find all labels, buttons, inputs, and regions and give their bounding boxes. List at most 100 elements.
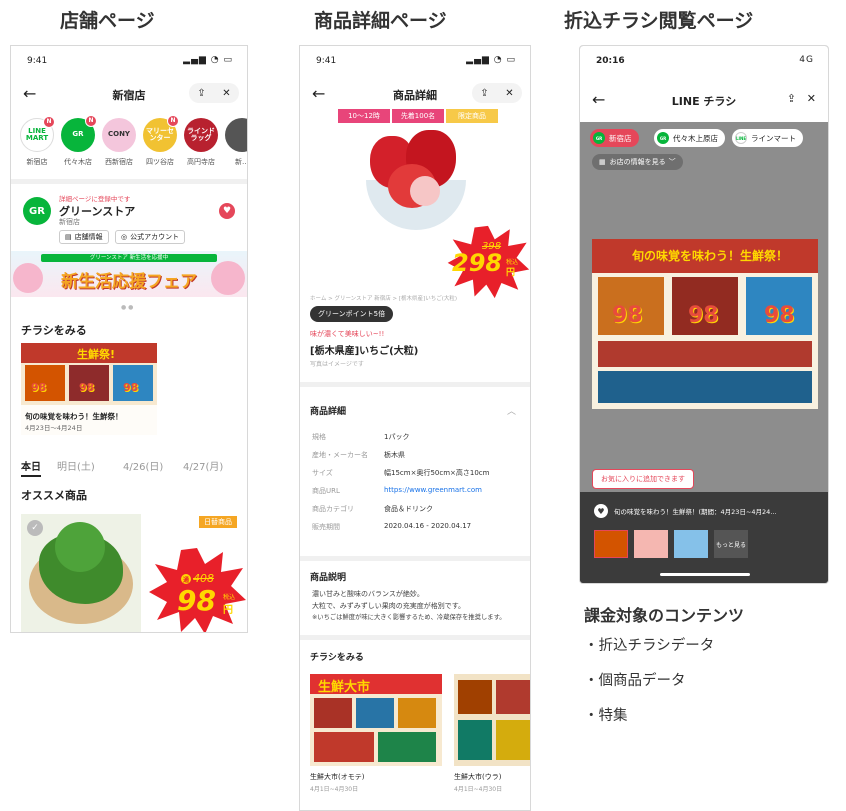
store-info-button[interactable]: ▤ 店舗情報: [59, 230, 109, 244]
close-icon[interactable]: ✕: [505, 88, 513, 99]
more-pages-button[interactable]: もっと見る: [714, 530, 748, 558]
divider: [300, 635, 530, 640]
status-bar: 9:41 ▂▄▆ ◔ ▭: [11, 46, 247, 70]
store-logo-text: LINE: [735, 135, 747, 141]
store-logo-text: GR: [659, 135, 667, 141]
limited-item-tag: 限定商品: [446, 109, 498, 123]
store-chip-label: 西新宿店: [105, 158, 133, 166]
catch-copy: 味が濃くて美味しい~!!: [310, 330, 385, 338]
detail-value: 幅15cm×奥行50cm×高さ10cm: [384, 469, 490, 477]
status-time: 9:41: [316, 56, 337, 66]
favorite-heart-icon[interactable]: ♥: [219, 203, 235, 219]
detail-row: サイズ 幅15cm×奥行50cm×高さ10cm: [312, 468, 520, 480]
detail-key: 規格: [312, 433, 326, 441]
detail-value: 栃木県: [384, 451, 405, 459]
home-indicator: [660, 573, 750, 576]
recommend-section-title: オススメ商品: [21, 489, 87, 502]
new-badge: N: [167, 115, 179, 127]
new-badge: N: [85, 115, 97, 127]
detail-row: 規格 1パック: [312, 432, 520, 444]
header-actions: ⇪ ✕: [472, 83, 522, 103]
price-unit: 円: [506, 268, 516, 278]
flyer-thumbnail-front[interactable]: 生鮮大市: [310, 674, 442, 766]
store-logo: [225, 118, 247, 152]
detail-key: サイズ: [312, 469, 333, 477]
chevron-down-icon: ﹀: [668, 158, 676, 166]
store-logo: GR N: [61, 115, 97, 152]
flyer-banner-text: 生鮮祭!: [77, 348, 116, 361]
billing-item: ・特集: [584, 708, 628, 724]
share-icon[interactable]: ⇪: [480, 88, 488, 99]
flyer-food-photo: [496, 720, 530, 760]
detail-key: 商品カテゴリ: [312, 505, 354, 513]
page-thumbnail[interactable]: [674, 530, 708, 558]
bottom-flyer-title: 旬の味覚を味わう！生鮮祭！(期間：4月23日~4月24…: [614, 508, 777, 516]
status-bar: 9:41 ▂▄▆ ◔ ▭: [300, 46, 530, 70]
flyer-section-title: チラシをみる: [21, 324, 87, 337]
favorite-heart-icon[interactable]: ♥: [594, 504, 608, 518]
product-url-link[interactable]: https://www.greenmart.com: [384, 486, 482, 494]
flyer-image[interactable]: 旬の味覚を味わう！生鮮祭！ 98 98 98: [592, 239, 818, 409]
status-time: 9:41: [27, 56, 48, 66]
description-line: 大粒で、みずみずしい果肉の充実度が格別です。: [312, 602, 466, 610]
flyer-food-photo: [458, 720, 492, 760]
flyer-thumbnail[interactable]: 生鮮祭! 98 98 98 旬の味覚を味わう！生鮮祭！ 4月23日～4月24日: [21, 343, 157, 435]
product-image[interactable]: [360, 128, 472, 234]
strawberry-slice: [410, 176, 440, 206]
flyer-thumbnail-back[interactable]: [454, 674, 530, 766]
store-info-label: お店の情報を見る: [609, 158, 666, 166]
collapse-chevron-icon[interactable]: ︿: [507, 404, 516, 417]
store-info-link[interactable]: ▦ お店の情報を見る ﹀: [592, 154, 683, 170]
detail-row: 商品URL https://www.greenmart.com: [312, 486, 520, 498]
daily-deal-tag: 日替商品: [199, 516, 237, 528]
store-chip[interactable]: マリーセンター N 四ツ谷店: [140, 115, 180, 167]
page-thumbnail[interactable]: [634, 530, 668, 558]
flyer-food-photo: [458, 680, 492, 714]
page-thumbnail[interactable]: [594, 530, 628, 558]
description-line: ※いちごは鮮度が味に大きく影響するため、冷蔵保存を推奨します。: [312, 614, 506, 621]
flyer-food-photo: [598, 371, 812, 403]
flyer-food-photo: [496, 680, 530, 714]
date-tab-tomorrow[interactable]: 明日(土): [57, 458, 95, 473]
date-tab-0427[interactable]: 4/27(月): [183, 458, 223, 473]
flyer-page-phone: 20:16 4G ← LINE チラシ ⇪ ✕ GR 新宿店 GR 代々木上原店 LIN…: [579, 45, 829, 584]
signal-icon: ▂▄▆ ◔ ▭: [466, 55, 516, 65]
share-icon[interactable]: ⇪: [787, 92, 796, 105]
flyer-food-photo: [598, 341, 812, 367]
date-tab-today[interactable]: 本日: [21, 458, 41, 477]
store-logo: GR: [593, 132, 605, 144]
campaign-banner[interactable]: グリーンストア 新生活を応援中 新生活応援フェア: [11, 251, 247, 297]
check-icon[interactable]: ✓: [27, 520, 43, 536]
store-logo-text: マリーセンター: [146, 126, 174, 142]
store-chip[interactable]: GR N 代々木店: [58, 115, 98, 167]
store-chip-label: 新…: [235, 158, 248, 166]
detail-row: 販売期間 2020.04.16 - 2020.04.17: [312, 522, 520, 534]
close-icon[interactable]: ✕: [222, 88, 230, 99]
date-tab-0426[interactable]: 4/26(日): [123, 458, 163, 473]
product-name: [栃木県産]いちご(大粒): [310, 346, 419, 357]
flyer-food-photo: [378, 732, 436, 762]
store-page-heading: 店舗ページ: [60, 10, 155, 32]
store-chip[interactable]: 新…: [222, 118, 248, 167]
store-chip[interactable]: CONY 西新宿店: [99, 118, 139, 167]
store-chip[interactable]: LINE MART N 新宿店: [17, 116, 57, 167]
flyer-food-photo: [398, 698, 436, 728]
store-filter-chip[interactable]: LINE ラインマート: [732, 129, 803, 147]
tax-label: 税込: [223, 594, 236, 601]
status-time: 20:16: [596, 56, 625, 66]
store-chip[interactable]: ラインドラッグ 高円寺店: [181, 118, 221, 167]
official-account-button[interactable]: ◎ 公式アカウント: [115, 230, 186, 244]
store-filter-chip[interactable]: GR 代々木上原店: [654, 129, 725, 147]
favorite-tooltip: お気に入りに追加できます: [592, 469, 694, 489]
flyer-name-front: 生鮮大市(オモテ): [310, 773, 365, 781]
breadcrumb[interactable]: ホーム > グリーンストア 新宿店 > [栃木県産]いちご(大粒): [310, 294, 457, 302]
share-icon[interactable]: ⇪: [197, 88, 205, 99]
banner-top-strip: グリーンストア 新生活を応援中: [41, 254, 217, 262]
store-filter-chip[interactable]: GR 新宿店: [590, 129, 639, 147]
spinach-shape: [55, 522, 105, 572]
flyer-name-back: 生鮮大市(ウラ): [454, 773, 502, 781]
banner-title: 新生活応援フェア: [61, 272, 197, 292]
flyer-banner-text: 旬の味覚を味わう！生鮮祭！: [632, 249, 789, 263]
shop-logo: GR: [23, 197, 51, 225]
close-icon[interactable]: ✕: [807, 92, 816, 105]
